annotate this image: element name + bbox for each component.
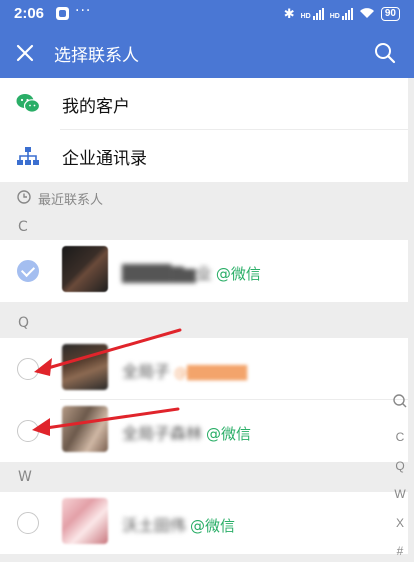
close-icon xyxy=(16,44,34,62)
signal-icon-1: HD xyxy=(301,8,324,20)
index-letter-x[interactable]: X xyxy=(392,516,408,530)
search-icon xyxy=(375,43,396,64)
avatar xyxy=(62,406,108,452)
clock-icon xyxy=(17,190,31,204)
wechat-icon xyxy=(16,94,40,113)
contact-tag: @微信 xyxy=(206,425,252,443)
menu-item-my-customers[interactable]: 我的客户 xyxy=(0,78,408,130)
header-bar: 选择联系人 xyxy=(0,28,414,78)
contact-row[interactable]: 沃土田伟 @微信 xyxy=(0,492,408,554)
close-button[interactable] xyxy=(10,38,40,68)
index-letter-q[interactable]: Q xyxy=(392,459,408,473)
select-checkbox[interactable] xyxy=(17,260,39,282)
wifi-icon xyxy=(359,7,375,22)
more-notifications-icon: ··· xyxy=(75,3,92,19)
index-letter-hash[interactable]: # xyxy=(392,544,408,558)
menu-item-enterprise-directory[interactable]: 企业通讯录 xyxy=(0,130,408,182)
contact-name: 沃土田伟 xyxy=(122,516,187,535)
search-button[interactable] xyxy=(370,38,400,68)
index-letter-w[interactable]: W xyxy=(392,487,408,501)
contact-tag: @██████ xyxy=(174,366,248,381)
org-chart-icon xyxy=(17,147,39,165)
select-checkbox[interactable] xyxy=(17,420,39,442)
contact-tag: @微信 xyxy=(190,517,236,535)
avatar xyxy=(62,344,108,390)
group-header-c: C xyxy=(18,219,28,235)
contact-name: ████▇▆业 xyxy=(122,264,212,283)
contact-row[interactable]: ████▇▆业 @微信 xyxy=(0,240,408,302)
group-header-q: Q xyxy=(18,315,30,331)
contact-name: 全局子森林 xyxy=(122,424,203,443)
recent-contacts-label: 最近联系人 xyxy=(38,193,104,208)
recent-contacts-header: 最近联系人 xyxy=(0,182,408,212)
index-letter-c[interactable]: C xyxy=(392,430,408,444)
menu-label-enterprise-directory: 企业通讯录 xyxy=(62,149,147,169)
menu-label-my-customers: 我的客户 xyxy=(62,97,130,117)
contact-row[interactable]: 全局子森林 @微信 xyxy=(0,400,408,462)
select-checkbox[interactable] xyxy=(17,358,39,380)
index-search-icon[interactable] xyxy=(392,393,408,409)
group-header-w: W xyxy=(18,469,32,485)
contact-name-wrap: 全局子 @██████ xyxy=(122,358,247,382)
signal-icon-2: HD xyxy=(330,8,353,20)
status-bar: 2:06 ··· ✱ HD HD 90 xyxy=(0,0,414,28)
bluetooth-icon: ✱ xyxy=(283,6,295,21)
notification-icon xyxy=(56,7,69,20)
select-checkbox[interactable] xyxy=(17,512,39,534)
contact-row[interactable]: 全局子 @██████ xyxy=(0,338,408,400)
contact-tag: @微信 xyxy=(215,265,261,283)
contact-name-wrap: 全局子森林 @微信 xyxy=(122,420,251,444)
status-time: 2:06 xyxy=(14,5,45,22)
avatar xyxy=(62,246,108,292)
contact-name-wrap: 沃土田伟 @微信 xyxy=(122,512,235,536)
contact-name-wrap: ████▇▆业 @微信 xyxy=(122,260,261,284)
battery-icon: 90 xyxy=(380,7,400,21)
page-title: 选择联系人 xyxy=(54,46,139,66)
avatar xyxy=(62,498,108,544)
contact-name: 全局子 xyxy=(122,362,171,381)
